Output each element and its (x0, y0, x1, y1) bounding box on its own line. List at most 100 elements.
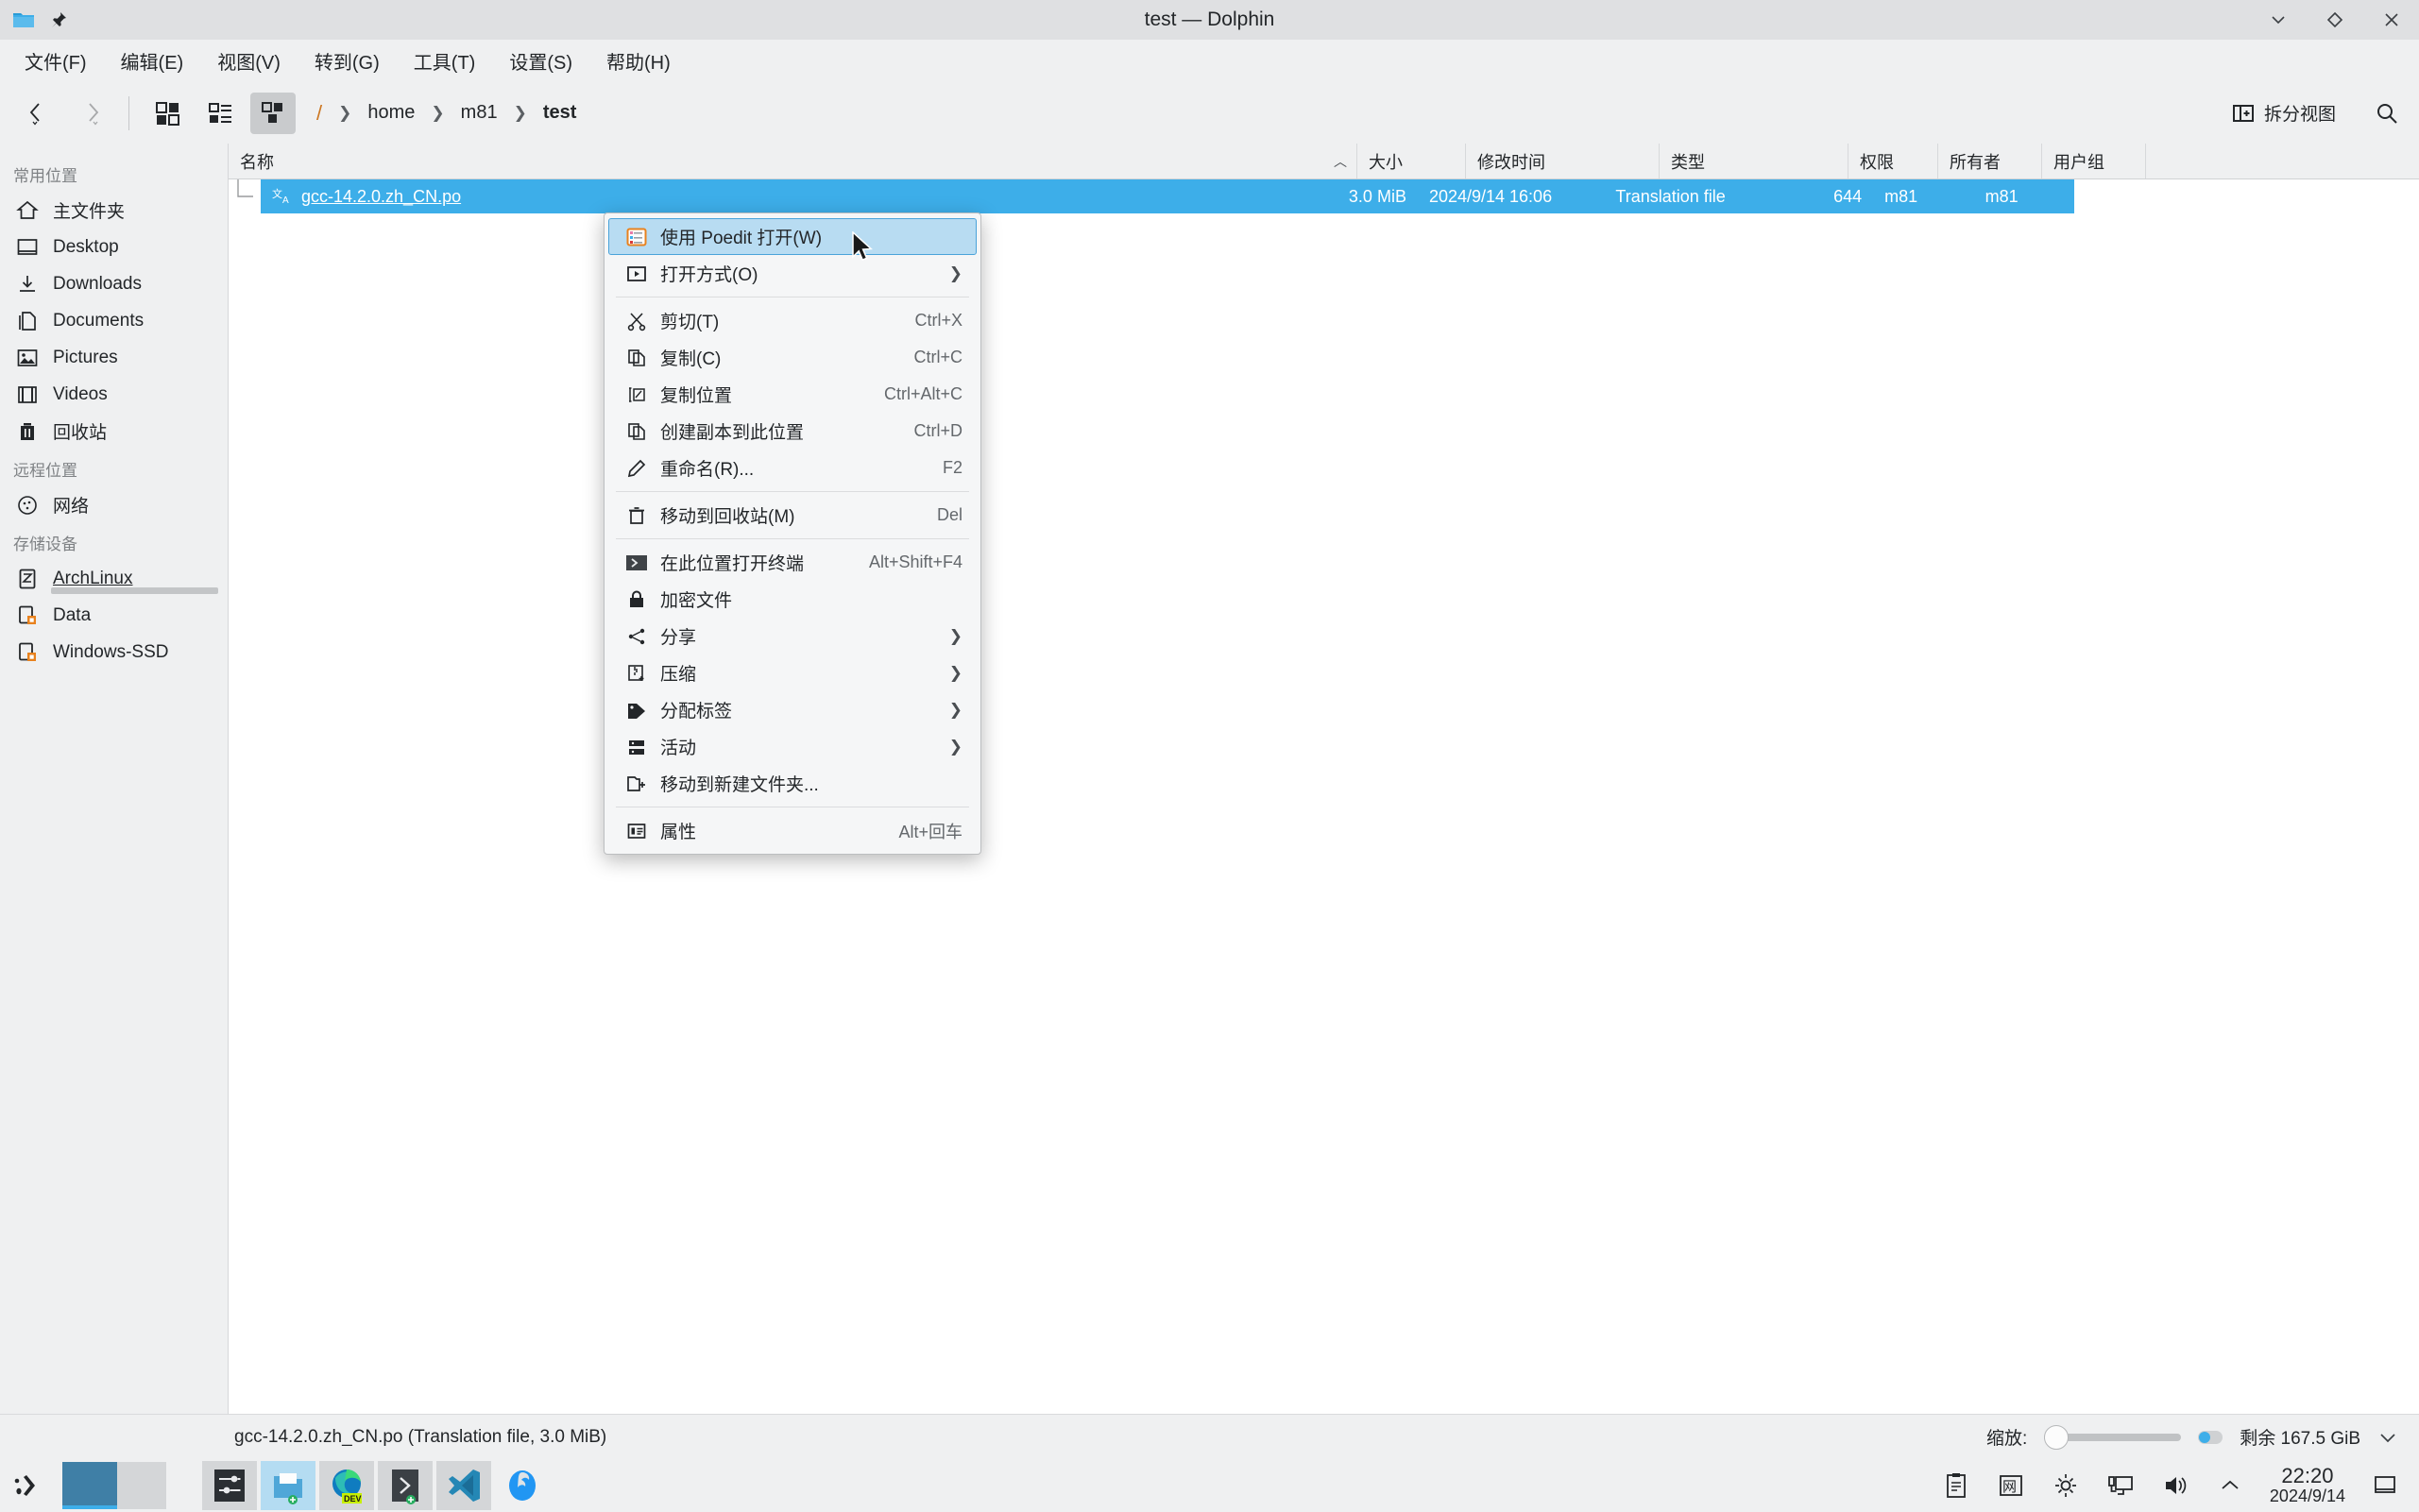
minimize-icon[interactable] (2268, 9, 2289, 30)
menu-tools[interactable]: 工具(T) (400, 43, 489, 78)
chevron-right-icon: ❯ (949, 627, 962, 646)
context-menu-item-compress[interactable]: 压缩 ❯ (608, 654, 977, 691)
context-menu-item-cut[interactable]: 剪切(T) Ctrl+X (608, 302, 977, 339)
menu-settings[interactable]: 设置(S) (496, 43, 586, 78)
context-menu-item-move-to-trash[interactable]: 移动到回收站(M) Del (608, 497, 977, 534)
dolphin-window-button[interactable] (62, 1462, 166, 1509)
edge-dev-icon[interactable]: DEV (319, 1461, 374, 1510)
maximize-icon[interactable] (2325, 9, 2345, 30)
back-icon[interactable] (17, 93, 57, 133)
sidebar-item-home[interactable]: 主文件夹 (0, 192, 228, 229)
display-icon[interactable] (2105, 1470, 2136, 1501)
chevron-right-icon: ❯ (949, 738, 962, 756)
sidebar-item-trash[interactable]: 回收站 (0, 413, 228, 450)
context-menu-item-activities[interactable]: 活动 ❯ (608, 728, 977, 765)
status-expand-icon[interactable] (2377, 1427, 2398, 1448)
compact-view-icon[interactable] (197, 93, 243, 134)
search-icon[interactable] (2370, 96, 2404, 130)
context-menu-item-duplicate[interactable]: 创建副本到此位置 Ctrl+D (608, 413, 977, 450)
clipboard-icon[interactable] (1941, 1470, 1971, 1501)
dolphin-icon[interactable] (261, 1461, 315, 1510)
show-desktop-icon[interactable] (2370, 1470, 2400, 1501)
column-header-permissions[interactable]: 权限 (1848, 144, 1938, 178)
breadcrumb-root[interactable]: / (311, 101, 328, 126)
column-header-label: 修改时间 (1477, 149, 1545, 174)
context-menu-item-open-with[interactable]: 打开方式(O) ❯ (608, 255, 977, 292)
properties-icon (624, 821, 649, 841)
network-icon (15, 493, 40, 518)
context-menu-item-copy-location[interactable]: 复制位置 Ctrl+Alt+C (608, 376, 977, 413)
toolbar-right-actions: 拆分视图 (2224, 95, 2404, 130)
sidebar-item-network[interactable]: 网络 (0, 486, 228, 523)
sidebar-item-pictures[interactable]: Pictures (0, 339, 228, 376)
column-header-group[interactable]: 用户组 (2042, 144, 2146, 178)
tray-expand-icon[interactable] (2215, 1470, 2245, 1501)
menu-view[interactable]: 视图(V) (204, 43, 294, 78)
sidebar-item-videos[interactable]: Videos (0, 376, 228, 413)
column-header-label: 权限 (1860, 149, 1894, 174)
sidebar-item-downloads[interactable]: Downloads (0, 265, 228, 302)
file-size-cell: 3.0 MiB (1313, 179, 1418, 213)
context-menu-item-rename[interactable]: 重命名(R)... F2 (608, 450, 977, 486)
drive-windows-icon (15, 603, 40, 628)
clock-widget[interactable]: 22:20 2024/9/14 (2270, 1465, 2345, 1506)
zoom-slider[interactable] (2044, 1425, 2181, 1450)
svg-text:文: 文 (272, 187, 282, 200)
settings-icon[interactable] (202, 1461, 257, 1510)
sidebar-item-documents[interactable]: Documents (0, 302, 228, 339)
sidebar-item-label: 回收站 (53, 418, 107, 444)
vscode-icon[interactable] (436, 1461, 491, 1510)
breadcrumb-item-home[interactable]: home (362, 99, 420, 127)
zoom-toggle-icon[interactable] (2198, 1431, 2223, 1444)
context-menu-item-move-to-new-folder[interactable]: 移动到新建文件夹... (608, 765, 977, 802)
sidebar-item-label: Documents (53, 311, 144, 331)
forward-icon[interactable] (74, 93, 113, 133)
konqueror-icon[interactable] (495, 1461, 550, 1510)
terminal-icon[interactable] (378, 1461, 433, 1510)
window-controls (2268, 9, 2402, 30)
brightness-icon[interactable] (2051, 1470, 2081, 1501)
system-tray: 网 22:20 2024/9/14 (1941, 1465, 2400, 1506)
sidebar-item-desktop[interactable]: Desktop (0, 229, 228, 265)
context-menu-item-label: 复制(C) (660, 345, 896, 370)
sidebar-item-archlinux[interactable]: ArchLinux (0, 560, 228, 597)
context-menu-item-encrypt-file[interactable]: 加密文件 (608, 581, 977, 618)
zoom-slider-handle[interactable] (2044, 1425, 2069, 1450)
activities-icon (624, 737, 649, 757)
menu-help[interactable]: 帮助(H) (593, 43, 684, 78)
table-row[interactable]: 文 A gcc-14.2.0.zh_CN.po 3.0 MiB 2024/9/1… (261, 179, 2074, 213)
kde-launcher-icon[interactable] (0, 1459, 53, 1512)
column-header-owner[interactable]: 所有者 (1938, 144, 2042, 178)
sidebar-item-windows-ssd[interactable]: Windows-SSD (0, 634, 228, 671)
close-icon[interactable] (2381, 9, 2402, 30)
column-header-name[interactable]: 名称 ︿ (229, 144, 1357, 178)
column-header-size[interactable]: 大小 (1357, 144, 1466, 178)
poedit-icon (624, 226, 649, 248)
sidebar-item-data[interactable]: Data (0, 597, 228, 634)
context-menu-item-label: 剪切(T) (660, 308, 897, 333)
context-menu-item-open-with-poedit[interactable]: 使用 Poedit 打开(W) (608, 218, 977, 255)
column-header-modified[interactable]: 修改时间 (1466, 144, 1660, 178)
menu-edit[interactable]: 编辑(E) (108, 43, 197, 78)
sidebar-item-label: Videos (53, 384, 108, 405)
split-view-button[interactable]: 拆分视图 (2224, 95, 2343, 130)
input-method-icon[interactable]: 网 (1996, 1470, 2026, 1501)
context-menu-item-assign-tags[interactable]: 分配标签 ❯ (608, 691, 977, 728)
details-view-icon[interactable] (250, 93, 296, 134)
menu-file[interactable]: 文件(F) (11, 43, 100, 78)
menu-go[interactable]: 转到(G) (301, 43, 393, 78)
context-menu-item-shortcut: Ctrl+D (913, 421, 962, 441)
icons-view-icon[interactable] (145, 93, 190, 134)
context-menu-item-copy[interactable]: 复制(C) Ctrl+C (608, 339, 977, 376)
breadcrumb-item-test[interactable]: test (537, 99, 583, 127)
status-selection-info: gcc-14.2.0.zh_CN.po (Translation file, 3… (234, 1427, 606, 1448)
svg-text:A: A (282, 195, 289, 206)
column-header-type[interactable]: 类型 (1660, 144, 1848, 178)
context-menu-item-open-terminal-here[interactable]: 在此位置打开终端 Alt+Shift+F4 (608, 544, 977, 581)
clock-date: 2024/9/14 (2270, 1487, 2345, 1505)
context-menu-item-properties[interactable]: 属性 Alt+回车 (608, 812, 977, 849)
volume-icon[interactable] (2160, 1470, 2190, 1501)
breadcrumb-item-m81[interactable]: m81 (455, 99, 503, 127)
context-menu-item-share[interactable]: 分享 ❯ (608, 618, 977, 654)
file-name-cell[interactable]: 文 A gcc-14.2.0.zh_CN.po (261, 179, 1313, 213)
